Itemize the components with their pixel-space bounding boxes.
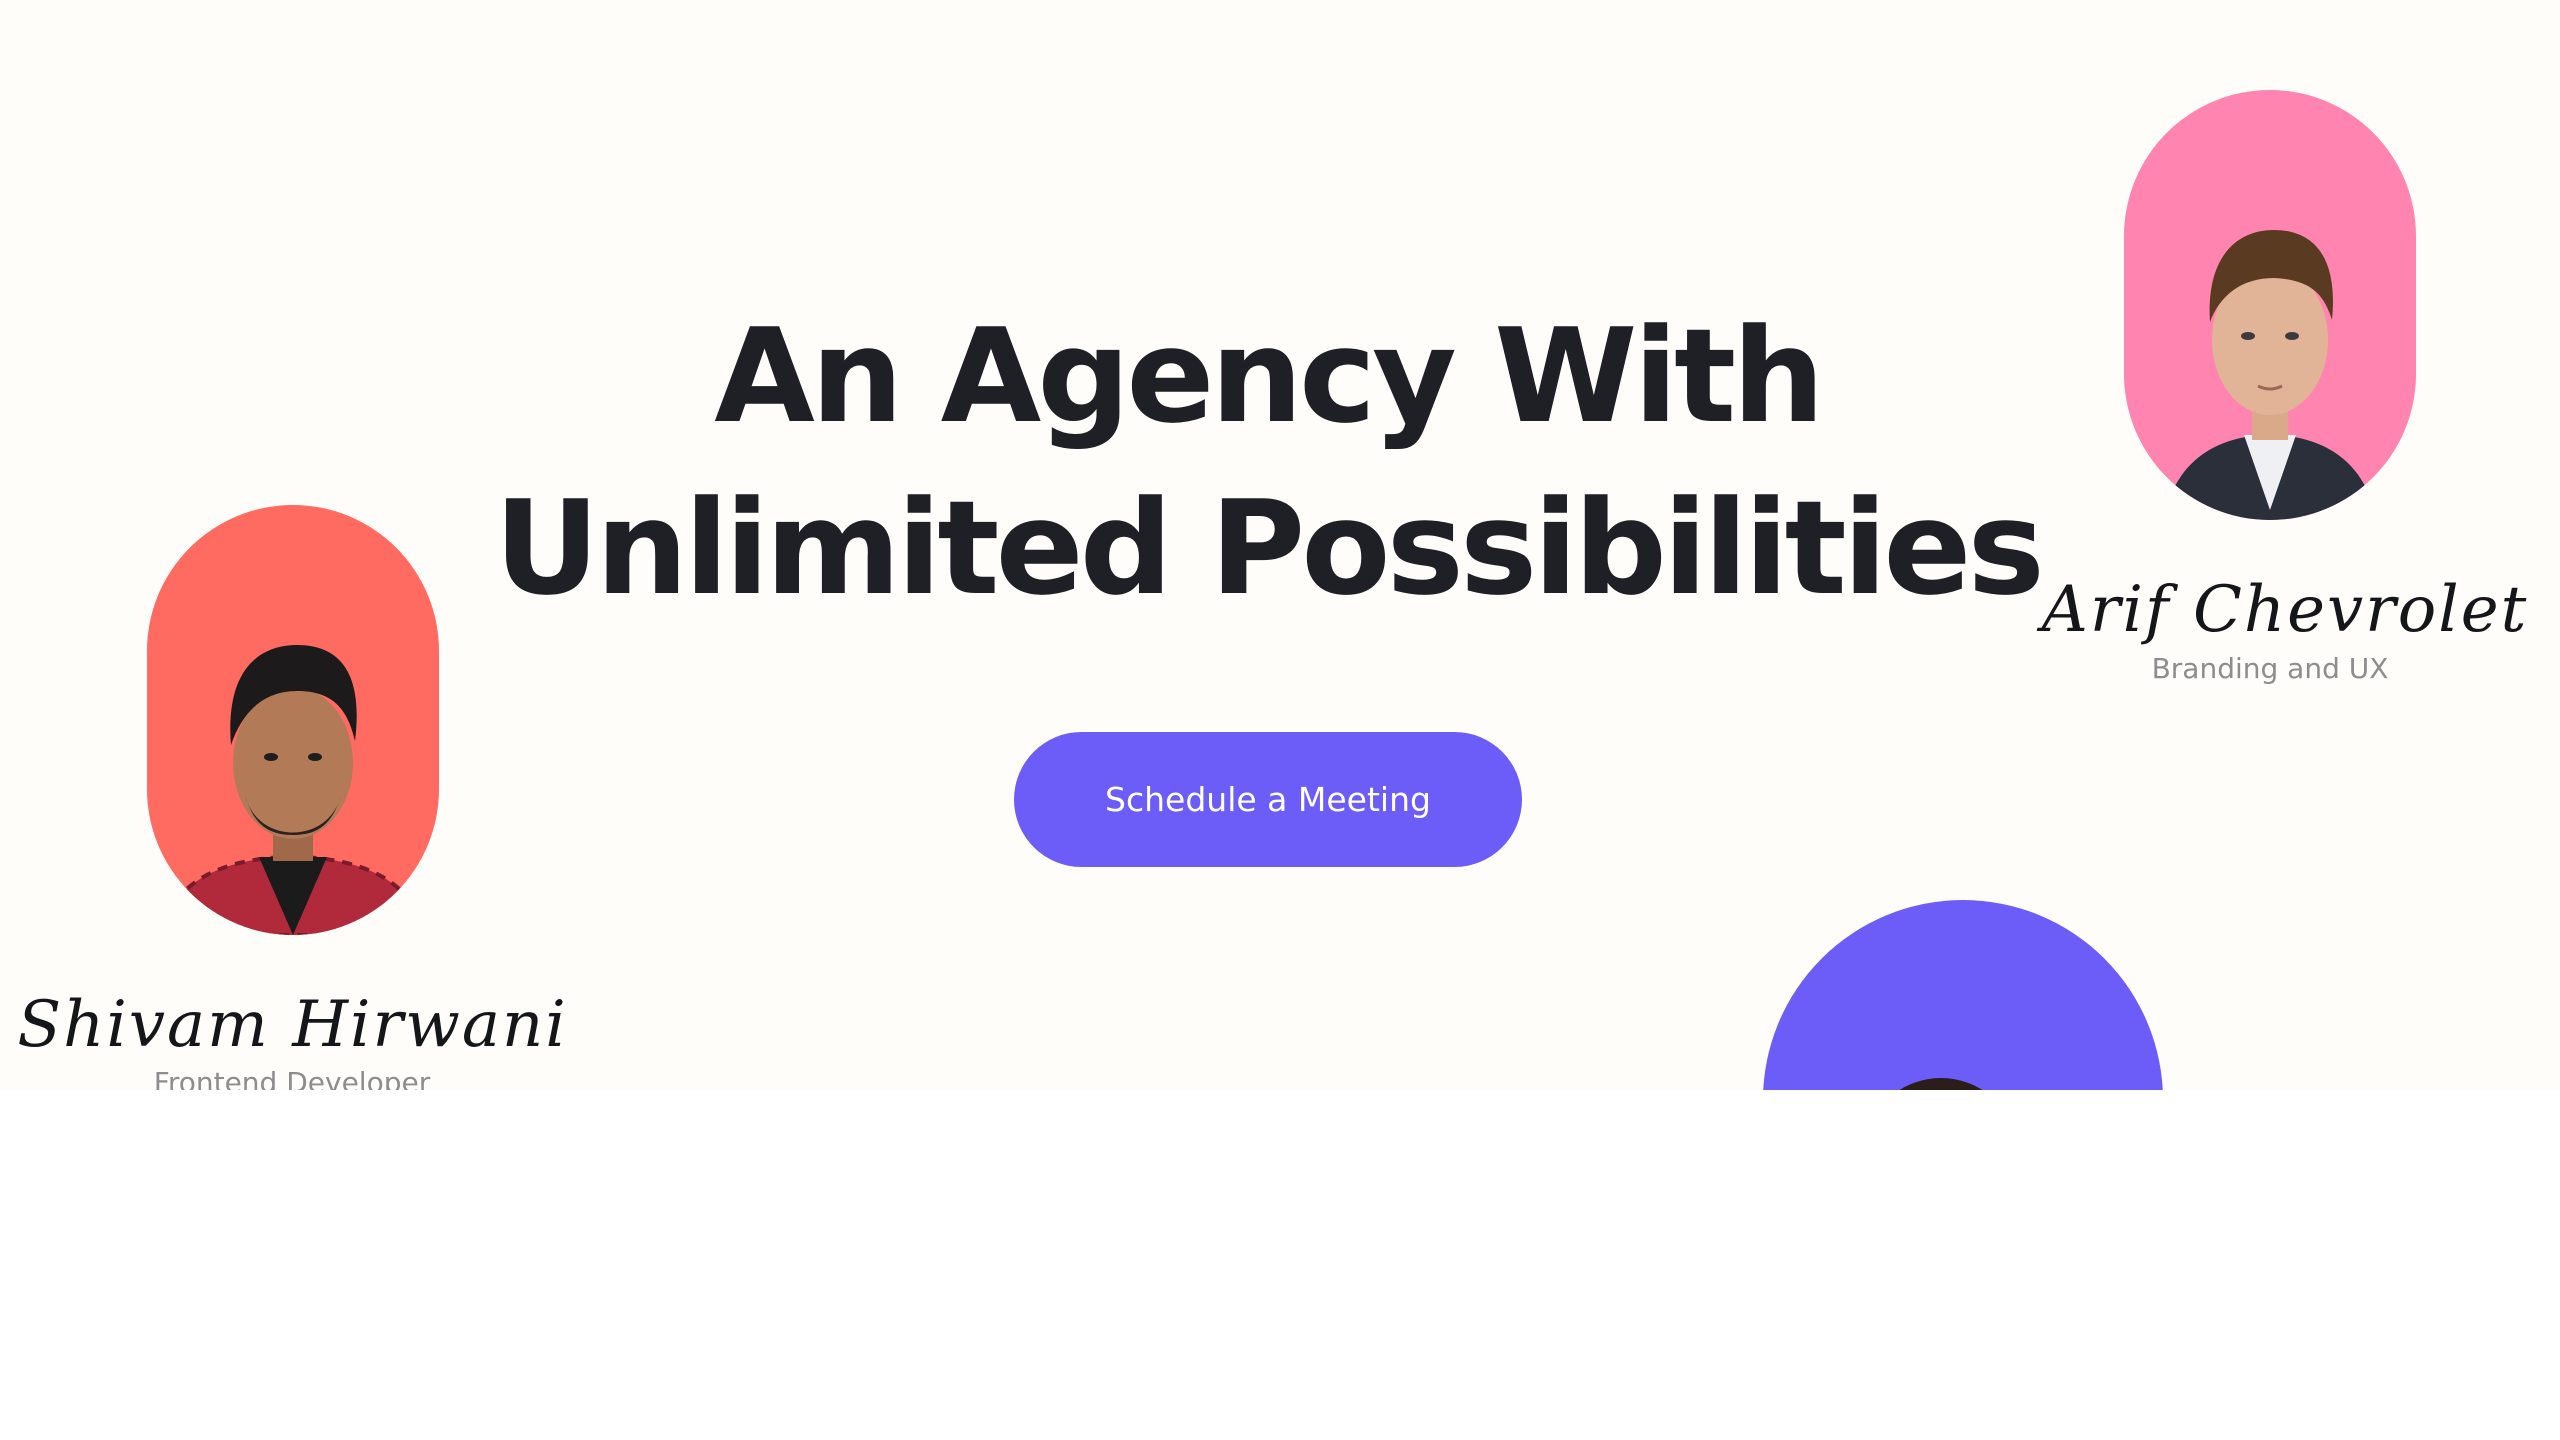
role-label-arif: Branding and UX [2151, 652, 2389, 685]
hero-section: An Agency With Unlimited Possibilities S… [0, 0, 2560, 1090]
portrait-man-plaid-jacket-icon [159, 645, 427, 935]
schedule-meeting-button[interactable]: Schedule a Meeting [1014, 732, 1522, 867]
role-label-shivam: Frontend Developer [153, 1066, 431, 1090]
signature-arif: Arif Chevrolet [2041, 573, 2529, 647]
portrait-man-suit-icon [2164, 230, 2376, 520]
signature-shivam: Shivam Hirwani [17, 988, 568, 1062]
team-member-photo-3 [1763, 900, 2163, 1090]
team-member-photo-arif [2124, 90, 2416, 520]
portrait-partial-icon [1899, 1078, 1983, 1090]
team-member-photo-shivam [147, 505, 439, 935]
